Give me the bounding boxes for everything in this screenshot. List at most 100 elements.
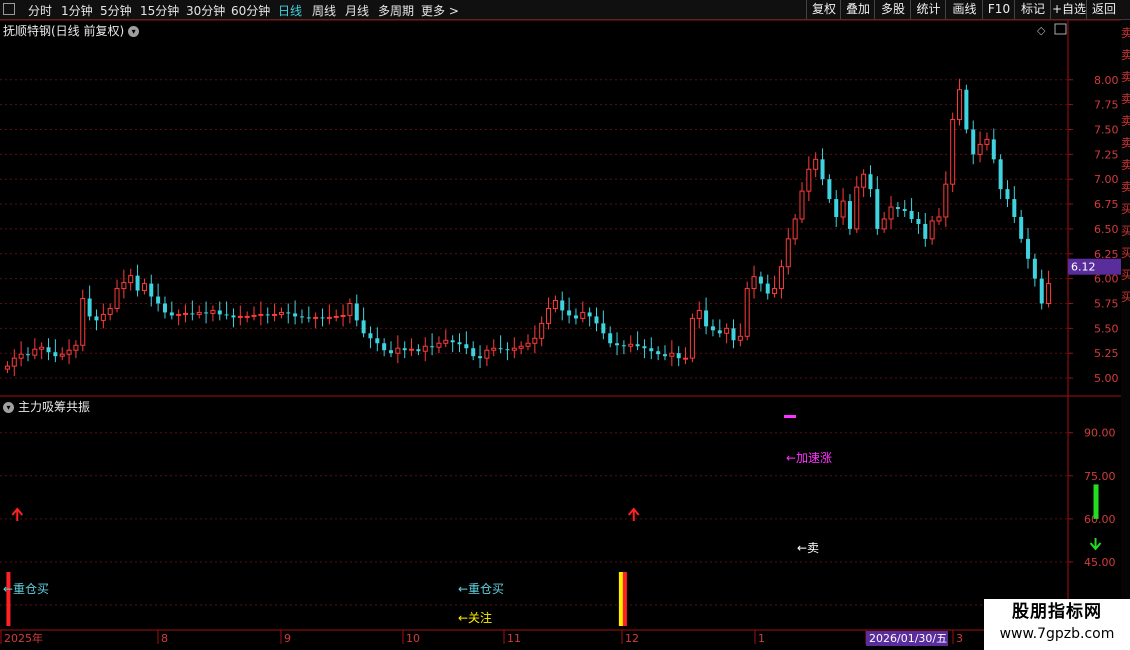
right-side-panel: 卖卖卖卖卖卖卖卖买买买买买 (1121, 20, 1130, 650)
candle-up (929, 220, 935, 240)
candle-up (32, 348, 38, 356)
candle-up (39, 346, 45, 350)
candle-down (964, 89, 969, 130)
candle-up (1046, 283, 1052, 304)
chart-canvas[interactable]: ◇8.007.757.507.257.006.756.506.256.005.7… (0, 0, 1130, 650)
candle-down (354, 303, 359, 321)
candle-up (128, 275, 134, 284)
candle-down (1032, 258, 1037, 279)
candle-down (306, 317, 311, 319)
candle-down (991, 139, 996, 160)
candle-up (772, 288, 778, 295)
candle-up (628, 343, 634, 347)
candle-up (744, 288, 750, 337)
candle-down (971, 129, 976, 155)
candle-down (916, 218, 921, 224)
candle-up (484, 349, 490, 359)
candle-up (80, 298, 86, 346)
candle-up (237, 315, 243, 318)
side-char: 卖 (1121, 48, 1130, 62)
candle-up (778, 266, 784, 290)
side-char: 买 (1121, 268, 1130, 282)
candle-up (950, 119, 956, 185)
candle-up (4, 365, 10, 370)
watermark: 股朋指标网 www.7gpzb.com (984, 599, 1130, 650)
candle-down (635, 344, 640, 347)
candle-up (689, 317, 695, 359)
y-tick-label: 7.75 (1094, 99, 1119, 112)
candle-down (464, 344, 469, 349)
candle-up (737, 335, 743, 341)
candle-up (66, 349, 72, 355)
candle-down (231, 315, 236, 318)
candle-down (827, 179, 832, 200)
candle-down (265, 314, 270, 316)
candle-up (806, 168, 812, 192)
candle-down (902, 209, 907, 212)
side-char: 买 (1121, 202, 1130, 216)
candle-down (389, 350, 394, 354)
candle-down (402, 348, 407, 351)
candle-down (601, 323, 606, 334)
candle-down (368, 333, 373, 339)
candle-up (861, 173, 867, 188)
indicator-y-tick-label: 75.00 (1084, 470, 1116, 483)
candle-up (511, 347, 517, 351)
candle-up (580, 311, 586, 319)
candle-up (272, 313, 278, 316)
candle-up (443, 339, 449, 344)
indicator-y-tick-label: 60.00 (1084, 513, 1116, 526)
candle-up (121, 282, 127, 290)
candle-up (881, 218, 887, 230)
side-char: 卖 (1121, 180, 1130, 194)
indicator-collapse-icon[interactable]: ▾ (3, 402, 14, 413)
candle-up (813, 158, 819, 170)
candle-up (957, 89, 963, 121)
y-tick-label: 6.50 (1094, 223, 1119, 236)
candle-up (141, 283, 147, 292)
panel-toggle-icon (1054, 23, 1067, 35)
candle-down (868, 174, 873, 190)
candle-down (204, 312, 209, 314)
y-tick-label: 5.75 (1094, 297, 1119, 310)
candle-down (217, 310, 222, 315)
candle-up (422, 345, 428, 352)
side-char: 卖 (1121, 114, 1130, 128)
candle-down (731, 328, 736, 341)
candle-up (340, 314, 346, 317)
candle-down (457, 342, 462, 345)
candle-up (546, 307, 552, 324)
candle-down (87, 298, 92, 317)
candle-down (162, 303, 167, 313)
y-tick-label: 5.00 (1094, 372, 1119, 385)
side-char: 卖 (1121, 158, 1130, 172)
side-char: 买 (1121, 246, 1130, 260)
indicator-title: ▾ 主力吸筹共振 (3, 398, 90, 415)
candle-up (59, 353, 65, 357)
candle-up (984, 138, 990, 145)
candle-up (977, 143, 983, 155)
y-tick-label: 8.00 (1094, 74, 1119, 87)
candle-up (799, 190, 805, 220)
candle-down (361, 320, 366, 334)
diamond-icon: ◇ (1037, 24, 1046, 37)
candle-down (560, 300, 565, 311)
candle-up (669, 352, 675, 357)
candle-up (210, 309, 216, 314)
candle-down (662, 354, 667, 357)
candle-down (505, 349, 510, 351)
x-tick-label: 8 (161, 632, 168, 645)
watch-bar (618, 572, 623, 626)
candle-down (471, 348, 476, 357)
candle-down (293, 313, 298, 317)
candle-down (1005, 189, 1010, 200)
accelerate-label: ←加速涨 (786, 450, 832, 465)
candle-down (1026, 238, 1031, 259)
candle-up (552, 300, 558, 309)
candle-up (436, 342, 442, 348)
watch-label: ←关注 (458, 610, 492, 625)
candle-down (1039, 278, 1044, 304)
y-tick-label: 7.50 (1094, 123, 1119, 136)
candle-down (286, 312, 291, 314)
x-tick-label: 11 (507, 632, 521, 645)
